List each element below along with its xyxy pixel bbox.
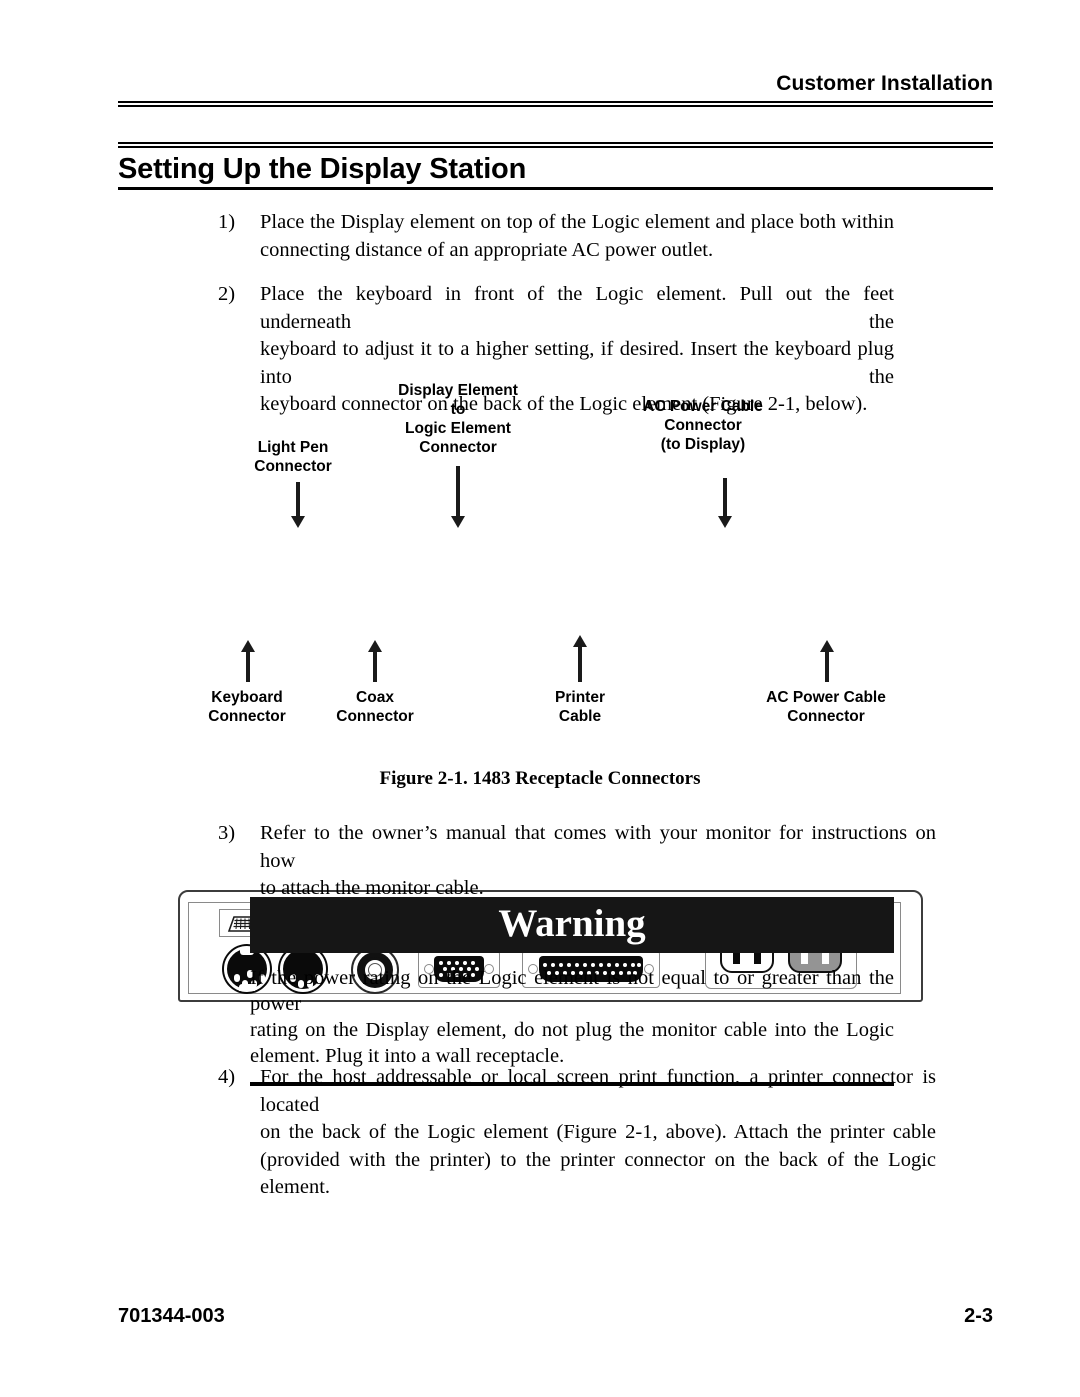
list-item-text: Place the Display element on top of the … (260, 211, 894, 261)
list-item: 4) For the host addressable or local scr… (218, 1064, 936, 1202)
figure-caption: Figure 2-1. 1483 Receptacle Connectors (379, 768, 701, 789)
figure-label-coax-connector: Coax Connector (336, 689, 414, 725)
list-item-number: 1) (218, 211, 236, 233)
list-item-text: For the host addressable or local screen… (260, 1066, 936, 1198)
arrow-up-keyboard (241, 640, 255, 682)
footer-page-number: 2-3 (964, 1305, 993, 1327)
figure-label-display-to-logic-connector: Display Element to Logic Element Connect… (398, 382, 518, 456)
list-item-text: Refer to the owner’s manual that comes w… (260, 822, 936, 899)
list-item: 3) Refer to the owner’s manual that come… (218, 820, 936, 903)
footer-document-number: 701344-003 (118, 1305, 225, 1327)
page-title: Setting Up the Display Station (118, 153, 527, 185)
arrow-up-coax (368, 640, 382, 682)
figure-label-ac-power-cable-to-display: AC Power Cable Connector (to Display) (643, 398, 763, 453)
figure-label-keyboard-connector: Keyboard Connector (208, 689, 286, 725)
figure-label-ac-power-cable-connector: AC Power Cable Connector (766, 689, 886, 725)
title-rule-top (118, 142, 993, 148)
page: Customer Installation Setting Up the Dis… (0, 0, 1080, 1397)
figure-receptacle-connectors: Light Pen Connector Display Element to L… (0, 368, 1080, 1002)
title-rule-bottom (118, 187, 993, 190)
list-item-number: 2) (218, 283, 236, 305)
warning-callout: Warning If the power rating on the Logic… (250, 897, 894, 1086)
figure-label-printer-cable: Printer Cable (555, 689, 605, 725)
warning-body: If the power rating on the Logic element… (250, 967, 894, 1067)
list-item: 1) Place the Display element on top of t… (218, 209, 894, 264)
header-rule (118, 101, 993, 107)
warning-heading: Warning (250, 897, 894, 953)
arrow-up-printer (573, 635, 587, 682)
arrow-down-light-pen (291, 482, 305, 528)
arrow-down-ac-power-display (718, 478, 732, 528)
figure-label-light-pen-connector: Light Pen Connector (254, 439, 332, 475)
arrow-up-ac-power (820, 640, 834, 682)
running-header: Customer Installation (776, 72, 993, 95)
list-item-number: 4) (218, 1066, 236, 1088)
arrow-down-display-to-logic (451, 466, 465, 528)
list-item-number: 3) (218, 822, 236, 844)
